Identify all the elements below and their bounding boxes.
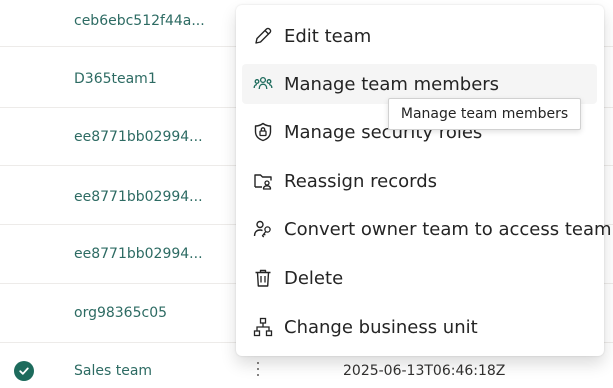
menu-item-reassign-records[interactable]: Reassign records — [242, 161, 597, 201]
menu-item-label: Delete — [284, 267, 344, 289]
menu-item-edit-team[interactable]: Edit team — [242, 16, 597, 56]
menu-item-label: Edit team — [284, 25, 372, 47]
team-name-link[interactable]: ee8771bb02994... — [74, 189, 203, 205]
menu-item-label: Reassign records — [284, 170, 437, 192]
folder-person-icon — [254, 174, 272, 190]
shield-lock-icon — [254, 122, 272, 142]
org-chart-icon — [253, 317, 273, 337]
team-name-link[interactable]: ee8771bb02994... — [74, 129, 203, 145]
trash-icon — [255, 269, 271, 287]
context-menu: Edit team Manage team members Manage sec… — [236, 5, 612, 356]
menu-item-label: Change business unit — [284, 316, 478, 338]
checkmark-circle-icon[interactable] — [14, 361, 34, 381]
pencil-icon — [255, 27, 272, 44]
menu-item-label: Convert owner team to access team — [284, 218, 612, 240]
tooltip: Manage team members — [388, 98, 581, 130]
person-key-icon — [253, 220, 271, 238]
menu-item-change-business-unit[interactable]: Change business unit — [242, 307, 597, 347]
team-name-link[interactable]: Sales team — [74, 363, 152, 379]
modified-date: 2025-06-13T06:46:18Z — [343, 363, 506, 379]
menu-item-convert-owner-team[interactable]: Convert owner team to access team — [242, 209, 612, 249]
team-name-link[interactable]: ceb6ebc512f44a... — [74, 13, 205, 29]
team-name-link[interactable]: D365team1 — [74, 71, 157, 87]
team-name-link[interactable]: org98365c05 — [74, 305, 167, 321]
check-icon — [19, 367, 29, 375]
menu-item-delete[interactable]: Delete — [242, 258, 597, 298]
people-team-icon — [253, 76, 273, 90]
team-name-link[interactable]: ee8771bb02994... — [74, 246, 203, 262]
more-actions-icon[interactable] — [253, 360, 263, 380]
menu-item-label: Manage team members — [284, 73, 500, 95]
